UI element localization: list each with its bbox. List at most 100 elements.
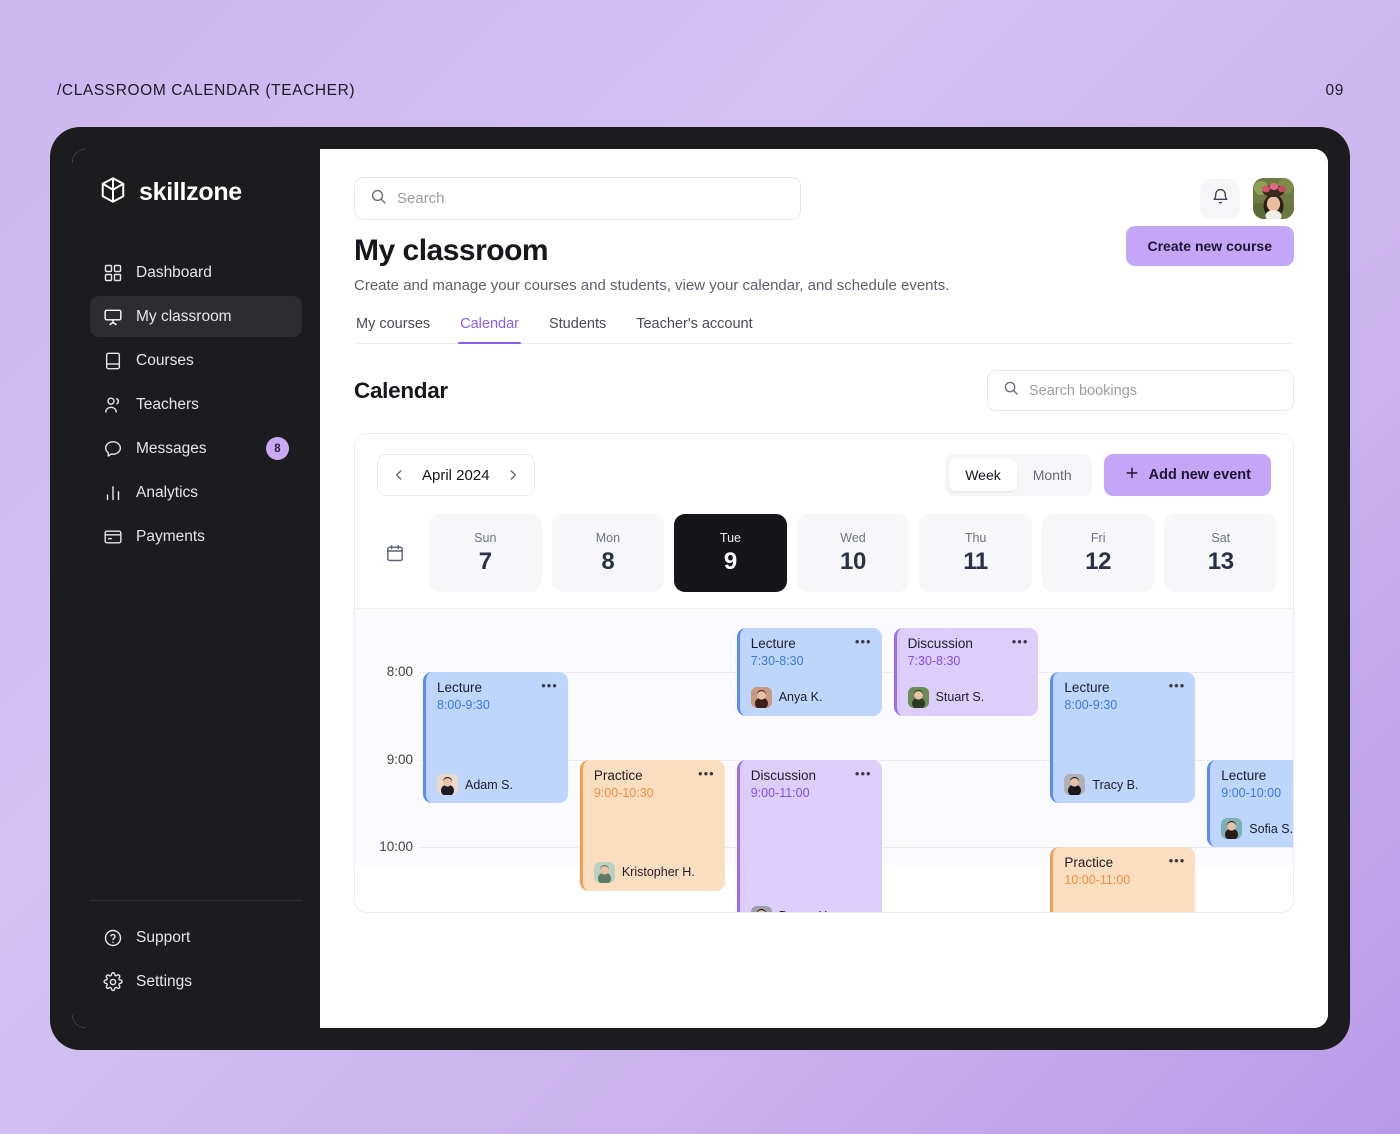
calendar-event[interactable]: Lecture••• 9:00-10:00 Sofia S. <box>1207 759 1294 847</box>
tab-bar: My courses Calendar Students Teacher's a… <box>354 316 1294 344</box>
day-name: Fri <box>1090 530 1106 545</box>
search-bookings-input[interactable]: Search bookings <box>1029 383 1137 399</box>
chevron-left-icon <box>396 470 402 480</box>
more-options-icon[interactable]: ••• <box>1163 679 1186 692</box>
app-window: skillzone Dashboard My classroom Courses… <box>72 149 1328 1028</box>
tab-teachers-account[interactable]: Teacher's account <box>634 316 754 343</box>
event-title: Practice <box>1064 855 1114 870</box>
sidebar-item-courses[interactable]: Courses <box>90 340 302 381</box>
sidebar-bottom-nav: Support Settings <box>90 900 302 1002</box>
view-toggle: Week Month <box>945 454 1092 496</box>
more-options-icon[interactable]: ••• <box>1163 854 1186 867</box>
top-bar: Search <box>320 149 1328 220</box>
day-header-mon[interactable]: Mon 8 <box>551 514 665 592</box>
bell-icon <box>1211 187 1230 211</box>
event-header: Lecture ••• <box>1064 679 1186 695</box>
attendee-name: Tracy B. <box>1092 777 1139 792</box>
page-header: My classroom Create and manage your cour… <box>320 220 1328 294</box>
calendar-event[interactable]: Lecture ••• 7:30-8:30 Anya K. <box>736 628 882 716</box>
brand-name: skillzone <box>139 178 242 206</box>
day-number: 9 <box>723 547 737 575</box>
calendar-event[interactable]: Lecture ••• 8:00-9:30 Tracy B. <box>1050 672 1196 804</box>
attendee-name: Sofia S. <box>1249 821 1294 836</box>
create-new-course-button[interactable]: Create new course <box>1125 226 1294 266</box>
day-number: 13 <box>1207 547 1234 575</box>
more-options-icon[interactable]: ••• <box>692 767 715 780</box>
more-options-icon[interactable]: ••• <box>849 635 872 648</box>
tab-calendar[interactable]: Calendar <box>458 316 521 344</box>
section-title: Calendar <box>354 377 448 403</box>
plus-icon <box>1124 465 1140 485</box>
event-attendee: Sofia S. <box>1221 818 1294 839</box>
sidebar-item-support[interactable]: Support <box>90 917 302 958</box>
section-header: Calendar Search bookings <box>354 370 1294 411</box>
next-month-button[interactable] <box>498 460 528 490</box>
users-icon <box>103 395 123 415</box>
sidebar-item-payments[interactable]: Payments <box>90 516 302 557</box>
sidebar-item-dashboard[interactable]: Dashboard <box>90 252 302 293</box>
day-number: 10 <box>839 547 867 575</box>
search-input[interactable]: Search <box>397 190 445 207</box>
day-header-wed[interactable]: Wed 10 <box>796 514 910 592</box>
day-name: Tue <box>719 530 741 545</box>
day-header-thu[interactable]: Thu 11 <box>919 514 1032 592</box>
search-icon <box>370 188 387 210</box>
prev-month-button[interactable] <box>384 460 414 490</box>
tab-students[interactable]: Students <box>547 316 608 343</box>
search-icon <box>1003 380 1019 401</box>
event-attendee: Danny H. <box>750 905 872 912</box>
view-month-button[interactable]: Month <box>1017 459 1088 491</box>
add-new-event-button[interactable]: Add new event <box>1103 454 1271 496</box>
view-week-button[interactable]: Week <box>949 459 1017 491</box>
attendee-name: Anya K. <box>778 690 823 705</box>
notifications-button[interactable] <box>1200 178 1240 219</box>
day-number: 8 <box>601 547 615 575</box>
sidebar-item-analytics[interactable]: Analytics <box>90 472 302 513</box>
day-number: 11 <box>963 547 988 575</box>
event-time: 10:00-11:00 <box>1064 873 1131 887</box>
sidebar-nav: Dashboard My classroom Courses Teachers … <box>90 252 302 557</box>
calendar-event[interactable]: Discussion ••• 7:30-8:30 Stuart S. <box>893 628 1039 716</box>
sidebar-item-teachers[interactable]: Teachers <box>90 384 302 425</box>
day-name: Thu <box>964 530 987 545</box>
attendee-name: Kristopher H. <box>621 865 695 880</box>
global-search[interactable]: Search <box>354 177 801 220</box>
calendar-icon <box>371 543 419 563</box>
calendar-event[interactable]: Practice ••• 9:00-10:30 Kristopher H. <box>579 759 725 891</box>
attendee-name: Stuart S. <box>935 690 985 705</box>
calendar-event[interactable]: Practice•••10:00-11:00Kathy A. <box>1050 847 1196 912</box>
event-header: Practice ••• <box>1064 854 1186 870</box>
event-title: Practice <box>593 767 643 783</box>
search-bookings[interactable]: Search bookings <box>987 370 1294 411</box>
day-header-sat[interactable]: Sat 13 <box>1164 514 1278 592</box>
event-time: 8:00-9:30 <box>1064 698 1118 712</box>
event-header: Discussion ••• <box>908 635 1029 651</box>
main-content: Search My classroom Create and manage yo… <box>320 149 1328 1028</box>
attendee-name: Danny H. <box>779 909 831 912</box>
day-header-sun[interactable]: Sun 7 <box>429 514 542 592</box>
event-time: 8:00-9:30 <box>437 698 490 712</box>
attendee-avatar <box>907 686 929 708</box>
attendee-avatar <box>593 861 615 883</box>
add-new-event-label: Add new event <box>1148 467 1251 483</box>
calendar-event[interactable]: Discussion ••• 9:00-11:00 Danny H. <box>736 759 882 912</box>
month-navigator: April 2024 <box>377 454 535 496</box>
messages-badge: 8 <box>266 437 289 460</box>
hour-label: 10:00 <box>379 839 413 854</box>
day-header-tue[interactable]: Tue 9 <box>674 514 787 592</box>
calendar-event[interactable]: Lecture ••• 8:00-9:30 Adam S. <box>423 672 568 804</box>
event-title: Lecture <box>750 636 796 652</box>
day-header-fri[interactable]: Fri 12 <box>1041 514 1155 592</box>
event-title: Lecture <box>1221 767 1267 783</box>
sidebar-item-messages[interactable]: Messages 8 <box>90 428 302 469</box>
day-name: Sat <box>1211 530 1231 545</box>
avatar[interactable] <box>1253 178 1294 219</box>
cube-logo-icon <box>98 175 128 210</box>
more-options-icon[interactable]: ••• <box>1006 635 1029 648</box>
sidebar-item-settings[interactable]: Settings <box>90 961 302 1002</box>
sidebar-item-my-classroom[interactable]: My classroom <box>90 296 302 337</box>
tab-my-courses[interactable]: My courses <box>354 316 432 343</box>
event-attendee: Kristopher H. <box>593 861 715 883</box>
more-options-icon[interactable]: ••• <box>535 679 558 692</box>
more-options-icon[interactable]: ••• <box>849 767 872 780</box>
